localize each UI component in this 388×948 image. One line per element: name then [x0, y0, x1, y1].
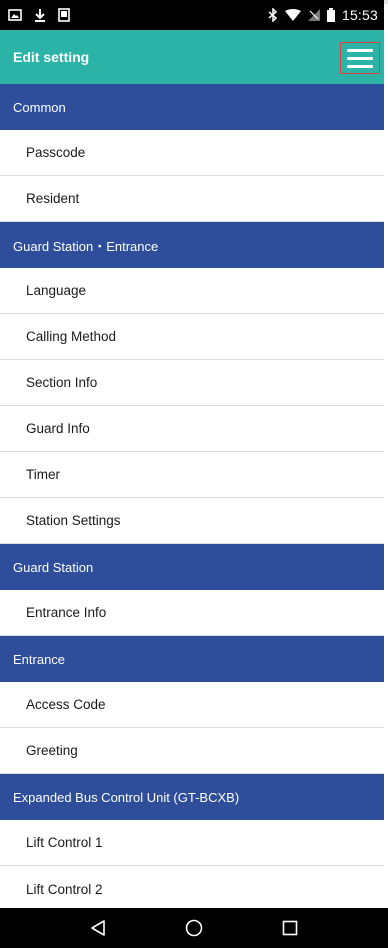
navigation-bar: [0, 908, 388, 948]
wifi-icon: [284, 9, 301, 21]
back-icon: [91, 920, 105, 936]
menu-button[interactable]: [340, 42, 380, 74]
no-signal-icon: [307, 9, 320, 21]
section-header: Common: [0, 84, 384, 130]
app-header: Edit setting: [0, 30, 384, 84]
section-header: Guard Station: [0, 544, 384, 590]
page-title: Edit setting: [13, 49, 90, 65]
list-item-language[interactable]: Language: [0, 268, 384, 314]
section-header: Expanded Bus Control Unit (GT-BCXB): [0, 774, 384, 820]
list-item-guard-info[interactable]: Guard Info: [0, 406, 384, 452]
list-item-timer[interactable]: Timer: [0, 452, 384, 498]
list-item-entrance-info[interactable]: Entrance Info: [0, 590, 384, 636]
hamburger-menu-icon: [347, 48, 373, 52]
section-header: Entrance: [0, 636, 384, 682]
download-icon: [34, 8, 46, 22]
list-item-lift-control-2[interactable]: Lift Control 2: [0, 866, 384, 912]
bluetooth-icon: [268, 8, 278, 22]
status-right: 15:53: [268, 7, 378, 23]
battery-icon: [326, 8, 335, 22]
list-item-calling-method[interactable]: Calling Method: [0, 314, 384, 360]
list-item-station-settings[interactable]: Station Settings: [0, 498, 384, 544]
list-item-passcode[interactable]: Passcode: [0, 130, 384, 176]
back-button[interactable]: [78, 912, 118, 944]
list-item-greeting[interactable]: Greeting: [0, 728, 384, 774]
phone-icon: [58, 8, 70, 22]
list-item-resident[interactable]: Resident: [0, 176, 384, 222]
settings-list: Common Passcode Resident Guard Station・E…: [0, 84, 384, 912]
list-item-section-info[interactable]: Section Info: [0, 360, 384, 406]
status-time: 15:53: [341, 7, 378, 23]
list-item-access-code[interactable]: Access Code: [0, 682, 384, 728]
status-left: [8, 8, 70, 22]
home-icon: [185, 919, 203, 937]
recents-button[interactable]: [270, 912, 310, 944]
image-icon: [8, 9, 22, 21]
list-item-lift-control-1[interactable]: Lift Control 1: [0, 820, 384, 866]
recents-icon: [282, 920, 298, 936]
status-bar: 15:53: [0, 0, 384, 30]
section-header: Guard Station・Entrance: [0, 222, 384, 268]
home-button[interactable]: [174, 912, 214, 944]
